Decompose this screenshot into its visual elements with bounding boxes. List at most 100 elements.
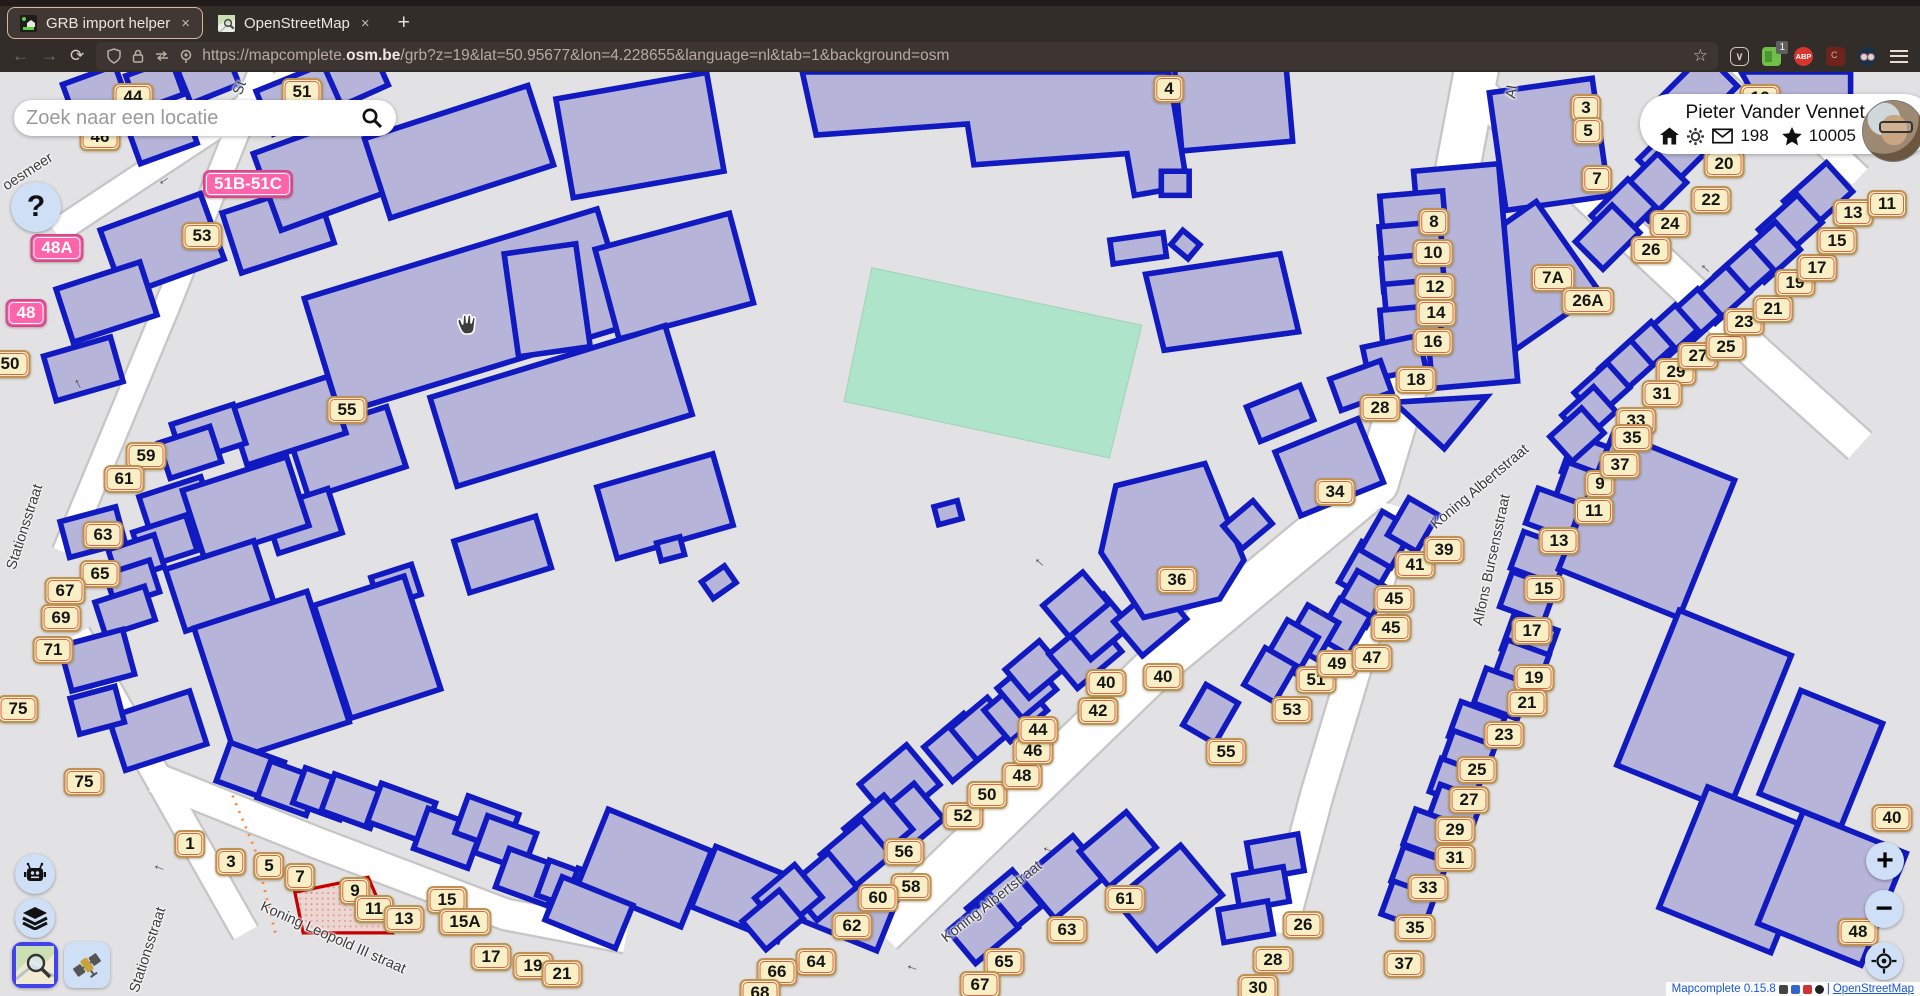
house-number-label-selected[interactable]: 48	[6, 299, 47, 327]
help-button[interactable]: ?	[11, 182, 61, 232]
house-number-label[interactable]: 21	[1507, 689, 1548, 717]
house-number-label[interactable]: 13	[384, 905, 425, 933]
user-avatar[interactable]	[1862, 100, 1920, 162]
house-number-label[interactable]: 61	[1105, 885, 1146, 913]
attribution-osm-link[interactable]: OpenStreetMap	[1833, 983, 1914, 995]
house-number-label[interactable]: 10	[1413, 239, 1454, 267]
house-number-label[interactable]: 50	[0, 350, 30, 378]
search-box[interactable]: Zoek naar een locatie	[14, 100, 396, 136]
permissions-icon[interactable]	[154, 48, 170, 64]
house-number-label[interactable]: 24	[1650, 210, 1691, 238]
house-number-label[interactable]: 5	[253, 852, 284, 880]
house-number-label[interactable]: 30	[1238, 974, 1279, 996]
bookmark-star-icon[interactable]: ☆	[1693, 46, 1708, 66]
house-number-label[interactable]: 3	[215, 848, 246, 876]
zoom-out-button[interactable]: −	[1865, 890, 1903, 928]
search-icon[interactable]	[360, 106, 384, 130]
locate-me-button[interactable]	[1865, 942, 1903, 980]
house-number-label-selected[interactable]: 48A	[30, 234, 83, 262]
house-number-label[interactable]: 67	[960, 971, 1001, 996]
house-number-label[interactable]: 63	[1047, 916, 1088, 944]
house-number-label[interactable]: 37	[1384, 950, 1425, 978]
house-number-label[interactable]: 15	[1524, 575, 1565, 603]
house-number-label[interactable]: 71	[33, 636, 74, 664]
user-panel[interactable]: Pieter Vander Vennet 198	[1640, 94, 1920, 154]
house-number-label[interactable]: 15	[1817, 227, 1858, 255]
extension-green-icon[interactable]: 1	[1762, 47, 1781, 66]
house-number-label[interactable]: 31	[1435, 844, 1476, 872]
house-number-label[interactable]: 29	[1435, 816, 1476, 844]
house-number-label[interactable]: 61	[104, 465, 145, 493]
house-number-label[interactable]: 62	[832, 912, 873, 940]
pocket-icon[interactable]: ∨	[1730, 47, 1749, 66]
house-number-label[interactable]: 60	[858, 884, 899, 912]
house-number-label[interactable]: 63	[83, 521, 124, 549]
house-number-label[interactable]: 13	[1539, 527, 1580, 555]
layers-button[interactable]	[15, 898, 55, 938]
forward-icon[interactable]: →	[41, 46, 58, 66]
house-number-label[interactable]: 56	[884, 838, 925, 866]
house-number-label[interactable]: 53	[1272, 696, 1313, 724]
house-number-label[interactable]: 69	[41, 604, 82, 632]
location-pin-icon[interactable]	[178, 48, 194, 64]
attribution-flag-icon[interactable]	[1779, 985, 1788, 994]
shield-icon[interactable]	[106, 48, 122, 64]
robot-assistant-button[interactable]	[15, 854, 55, 894]
house-number-label[interactable]: 7	[1581, 165, 1612, 193]
house-number-label[interactable]: 14	[1416, 299, 1457, 327]
house-number-label[interactable]: 17	[1512, 617, 1553, 645]
house-number-label[interactable]: 12	[1415, 273, 1456, 301]
house-number-label[interactable]: 11	[1574, 497, 1614, 525]
extension-mask-icon[interactable]	[1858, 47, 1877, 66]
house-number-label[interactable]: 35	[1395, 914, 1436, 942]
background-osm-button[interactable]	[12, 942, 58, 988]
house-number-label[interactable]: 48	[1002, 762, 1043, 790]
house-number-label[interactable]: 33	[1408, 874, 1449, 902]
reload-icon[interactable]: ⟳	[70, 46, 84, 66]
attribution-app-link[interactable]: Mapcomplete 0.15.8	[1672, 983, 1776, 995]
house-number-label[interactable]: 40	[1872, 804, 1913, 832]
house-number-label[interactable]: 55	[327, 396, 368, 424]
house-number-label[interactable]: 55	[1206, 738, 1247, 766]
house-number-label[interactable]: 15A	[438, 908, 491, 936]
address-bar[interactable]: https://mapcomplete.osm.be/grb?z=19&lat=…	[96, 42, 1718, 70]
house-number-label-selected[interactable]: 51B-51C	[203, 170, 293, 198]
zoom-in-button[interactable]: +	[1866, 842, 1904, 880]
house-number-label[interactable]: 21	[542, 960, 583, 988]
house-number-label[interactable]: 27	[1449, 786, 1490, 814]
house-number-label[interactable]: 75	[0, 695, 38, 723]
house-number-label[interactable]: 26A	[1561, 287, 1614, 315]
house-number-label[interactable]: 28	[1360, 394, 1401, 422]
house-number-label[interactable]: 75	[64, 768, 105, 796]
house-number-label[interactable]: 21	[1753, 295, 1794, 323]
background-aerial-button[interactable]	[64, 942, 110, 988]
house-number-label[interactable]: 17	[471, 943, 512, 971]
house-number-label[interactable]: 11	[1867, 190, 1907, 218]
tab-close-icon[interactable]: ×	[181, 15, 190, 32]
house-number-label[interactable]: 39	[1424, 536, 1465, 564]
house-number-label[interactable]: 23	[1484, 721, 1525, 749]
house-number-label[interactable]: 18	[1396, 366, 1437, 394]
house-number-label[interactable]: 22	[1691, 186, 1732, 214]
new-tab-button[interactable]: +	[386, 8, 422, 38]
map-canvas[interactable]: 4451465355505961636567697175751357911131…	[0, 72, 1920, 996]
extension-darkred-icon[interactable]	[1826, 47, 1845, 66]
lock-icon[interactable]	[130, 48, 146, 64]
house-number-label[interactable]: 17	[1797, 254, 1838, 282]
tab-grb-import-helper[interactable]: GRB import helper ×	[8, 8, 202, 38]
house-number-label[interactable]: 47	[1352, 644, 1393, 672]
adblock-icon[interactable]: ABP	[1794, 47, 1813, 66]
home-icon[interactable]	[1660, 127, 1679, 145]
house-number-label[interactable]: 28	[1253, 946, 1294, 974]
house-number-label[interactable]: 40	[1086, 669, 1127, 697]
messages-icon[interactable]	[1712, 128, 1733, 144]
house-number-label[interactable]: 44	[1018, 716, 1059, 744]
house-number-label[interactable]: 36	[1157, 566, 1198, 594]
menu-icon[interactable]	[1890, 50, 1908, 63]
house-number-label[interactable]: 19	[1514, 664, 1555, 692]
attribution-close-icon[interactable]	[1803, 985, 1812, 994]
house-number-label[interactable]: 34	[1315, 478, 1356, 506]
house-number-label[interactable]: 26	[1283, 911, 1324, 939]
house-number-label[interactable]: 8	[1418, 208, 1449, 236]
back-icon[interactable]: ←	[12, 46, 29, 66]
